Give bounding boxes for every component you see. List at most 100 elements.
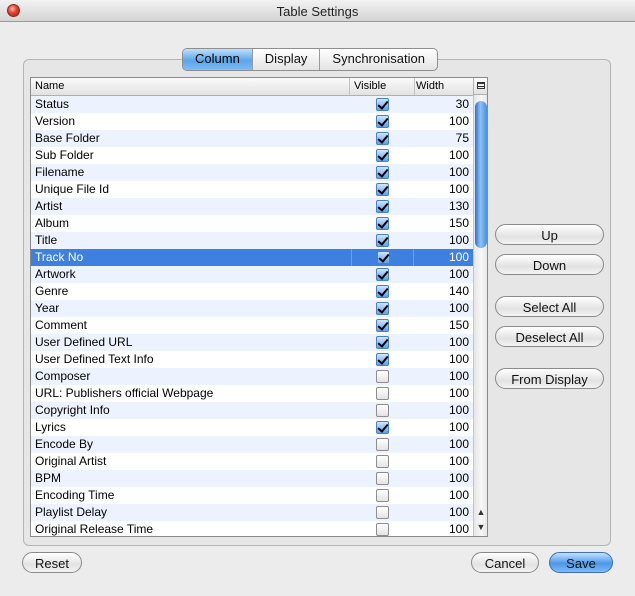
visible-checkbox[interactable] [376, 336, 389, 349]
vertical-scrollbar[interactable]: ▲ ▼ [473, 95, 487, 536]
table-row[interactable]: User Defined URL 100 [31, 334, 473, 351]
visible-checkbox[interactable] [377, 251, 390, 264]
visible-checkbox[interactable] [376, 523, 389, 536]
select-all-button[interactable]: Select All [495, 296, 604, 317]
header-visible[interactable]: Visible [354, 80, 386, 92]
up-button[interactable]: Up [495, 224, 604, 245]
visible-checkbox[interactable] [376, 421, 389, 434]
header-name[interactable]: Name [35, 80, 64, 92]
table-row[interactable]: Title 100 [31, 232, 473, 249]
row-width[interactable]: 100 [415, 453, 469, 470]
visible-checkbox[interactable] [376, 506, 389, 519]
table-row[interactable]: Genre 140 [31, 283, 473, 300]
visible-checkbox[interactable] [376, 404, 389, 417]
table-row[interactable]: Status 30 [31, 96, 473, 113]
visible-checkbox[interactable] [376, 387, 389, 400]
table-row[interactable]: Encoding Time 100 [31, 487, 473, 504]
visible-checkbox[interactable] [376, 149, 389, 162]
visible-checkbox[interactable] [376, 455, 389, 468]
table-row[interactable]: Comment 150 [31, 317, 473, 334]
table-row[interactable]: Copyright Info 100 [31, 402, 473, 419]
visible-checkbox[interactable] [376, 200, 389, 213]
row-width[interactable]: 100 [415, 266, 469, 283]
row-name: Sub Folder [35, 148, 94, 162]
title-bar[interactable]: Table Settings [0, 0, 635, 22]
row-name: User Defined URL [35, 335, 133, 349]
tab-synchronisation[interactable]: Synchronisation [319, 49, 437, 70]
row-width[interactable]: 100 [415, 249, 469, 266]
visible-checkbox[interactable] [376, 319, 389, 332]
row-width[interactable]: 100 [415, 436, 469, 453]
visible-checkbox[interactable] [376, 217, 389, 230]
cancel-button[interactable]: Cancel [471, 552, 539, 573]
table-row[interactable]: Track No 100 [31, 249, 473, 266]
reset-button[interactable]: Reset [22, 552, 82, 573]
table-row[interactable]: Year 100 [31, 300, 473, 317]
table-row[interactable]: Sub Folder 100 [31, 147, 473, 164]
down-button[interactable]: Down [495, 254, 604, 275]
table-row[interactable]: Filename 100 [31, 164, 473, 181]
table-row[interactable]: Version 100 [31, 113, 473, 130]
visible-checkbox[interactable] [376, 234, 389, 247]
from-display-button[interactable]: From Display [495, 368, 604, 389]
table-row[interactable]: Unique File Id 100 [31, 181, 473, 198]
row-width[interactable]: 100 [415, 402, 469, 419]
row-width[interactable]: 150 [415, 317, 469, 334]
visible-checkbox[interactable] [376, 285, 389, 298]
row-width[interactable]: 30 [415, 96, 469, 113]
visible-checkbox[interactable] [376, 472, 389, 485]
row-width[interactable]: 100 [415, 147, 469, 164]
row-width[interactable]: 100 [415, 300, 469, 317]
table-row[interactable]: User Defined Text Info 100 [31, 351, 473, 368]
row-width[interactable]: 100 [415, 232, 469, 249]
table-row[interactable]: Base Folder 75 [31, 130, 473, 147]
visible-checkbox[interactable] [376, 353, 389, 366]
visible-checkbox[interactable] [376, 115, 389, 128]
table-row[interactable]: Original Artist 100 [31, 453, 473, 470]
table-row[interactable]: Album 150 [31, 215, 473, 232]
table-row[interactable]: BPM 100 [31, 470, 473, 487]
header-width[interactable]: Width [416, 80, 444, 92]
row-width[interactable]: 100 [415, 181, 469, 198]
tab-column[interactable]: Column [183, 49, 252, 70]
visible-checkbox[interactable] [376, 166, 389, 179]
row-width[interactable]: 100 [415, 113, 469, 130]
visible-checkbox[interactable] [376, 302, 389, 315]
table-row[interactable]: Composer 100 [31, 368, 473, 385]
row-width[interactable]: 100 [415, 521, 469, 536]
table-row[interactable]: Artwork 100 [31, 266, 473, 283]
visible-checkbox[interactable] [376, 438, 389, 451]
scroll-up-arrow-icon[interactable]: ▲ [475, 505, 487, 519]
row-width[interactable]: 100 [415, 470, 469, 487]
table-row[interactable]: Playlist Delay 100 [31, 504, 473, 521]
row-width[interactable]: 100 [415, 504, 469, 521]
scroll-down-arrow-icon[interactable]: ▼ [475, 520, 487, 534]
table-row[interactable]: Artist 130 [31, 198, 473, 215]
tab-display[interactable]: Display [251, 49, 320, 70]
row-width[interactable]: 130 [415, 198, 469, 215]
row-width[interactable]: 100 [415, 164, 469, 181]
deselect-all-button[interactable]: Deselect All [495, 326, 604, 347]
row-width[interactable]: 140 [415, 283, 469, 300]
visible-checkbox[interactable] [376, 489, 389, 502]
row-width[interactable]: 100 [415, 385, 469, 402]
visible-checkbox[interactable] [376, 132, 389, 145]
table-row[interactable]: Encode By 100 [31, 436, 473, 453]
visible-checkbox[interactable] [376, 98, 389, 111]
row-width[interactable]: 100 [415, 487, 469, 504]
scrollbar-thumb[interactable] [475, 101, 487, 248]
row-width[interactable]: 100 [415, 419, 469, 436]
column-chooser-button[interactable] [473, 78, 487, 95]
row-width[interactable]: 100 [415, 351, 469, 368]
table-row[interactable]: URL: Publishers official Webpage 100 [31, 385, 473, 402]
visible-checkbox[interactable] [376, 268, 389, 281]
row-width[interactable]: 100 [415, 368, 469, 385]
visible-checkbox[interactable] [376, 370, 389, 383]
save-button[interactable]: Save [549, 552, 613, 573]
row-width[interactable]: 75 [415, 130, 469, 147]
row-width[interactable]: 100 [415, 334, 469, 351]
row-width[interactable]: 150 [415, 215, 469, 232]
table-row[interactable]: Lyrics 100 [31, 419, 473, 436]
visible-checkbox[interactable] [376, 183, 389, 196]
table-row[interactable]: Original Release Time 100 [31, 521, 473, 536]
